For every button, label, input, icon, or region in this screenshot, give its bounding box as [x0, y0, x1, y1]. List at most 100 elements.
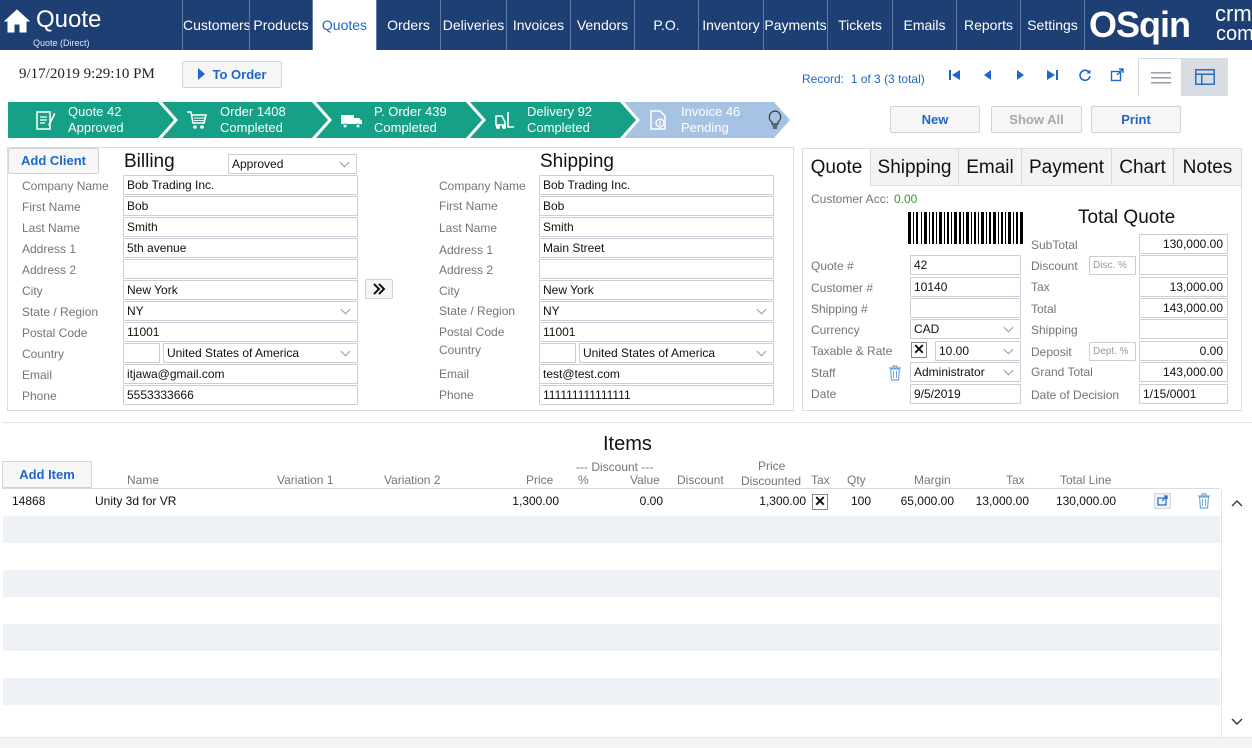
table-row[interactable] — [3, 489, 1220, 516]
billing-first-name-input[interactable]: Bob — [123, 196, 358, 216]
workflow-step-delivery[interactable]: Delivery 92 Completed — [469, 102, 619, 138]
trash-icon[interactable] — [888, 365, 902, 381]
scroll-down-icon[interactable] — [1231, 718, 1243, 726]
print-button[interactable]: Print — [1091, 106, 1181, 133]
nav-quotes[interactable]: Quotes — [312, 0, 376, 50]
home-icon[interactable] — [4, 8, 30, 34]
empty-row — [3, 516, 1220, 543]
workflow-step-invoice[interactable]: Invoice 46 Pending — [623, 102, 773, 138]
add-client-button[interactable]: Add Client — [8, 148, 99, 174]
deposit-percent-input[interactable]: Dept. % — [1089, 342, 1136, 361]
staff-select[interactable]: Administrator — [910, 362, 1021, 382]
item-tax-checkbox[interactable]: ✕ — [812, 494, 828, 510]
discount-percent-input[interactable]: Disc. % — [1089, 256, 1136, 275]
billing-city-input[interactable]: New York — [123, 280, 358, 300]
billing-last-name-input[interactable]: Smith — [123, 217, 358, 237]
billing-country-select[interactable]: United States of America — [163, 343, 358, 363]
tab-payment[interactable]: Payment — [1022, 149, 1112, 186]
tax-rate-select[interactable]: 10.00 — [935, 341, 1021, 361]
shipping-postal-input[interactable]: 11001 — [539, 322, 774, 342]
shipping-city-input[interactable]: New York — [539, 280, 774, 300]
billing-email-input[interactable]: itjawa@gmail.com — [123, 364, 358, 384]
currency-select[interactable]: CAD — [910, 319, 1021, 339]
form-view-tab[interactable] — [1182, 58, 1228, 96]
billing-postal-input[interactable]: 11001 — [123, 322, 358, 342]
workflow-step-quote[interactable]: Quote 42 Approved — [10, 102, 160, 138]
nav-tickets[interactable]: Tickets — [827, 0, 892, 50]
list-view-tab[interactable] — [1138, 58, 1182, 96]
nav-vendors[interactable]: Vendors — [570, 0, 634, 50]
deposit-field[interactable]: 0.00 — [1139, 341, 1228, 361]
billing-address1-input[interactable]: 5th avenue — [123, 238, 358, 258]
first-record-icon[interactable] — [948, 68, 962, 82]
nav-payments[interactable]: Payments — [763, 0, 827, 50]
item-qty-cell[interactable]: 100 — [840, 494, 871, 508]
billing-phone-input[interactable]: 5553333666 — [123, 385, 358, 405]
taxable-checkbox[interactable]: ✕ — [911, 342, 927, 358]
column-discount-group: --- Discount --- — [576, 460, 654, 474]
shipping-email-input[interactable]: test@test.com — [539, 364, 774, 384]
billing-label-postal: Postal Code — [22, 326, 88, 340]
workflow-step-order[interactable]: Order 1408 Completed — [162, 102, 312, 138]
nav-po[interactable]: P.O. — [634, 0, 698, 50]
nav-invoices[interactable]: Invoices — [506, 0, 570, 50]
scroll-up-icon[interactable] — [1231, 499, 1243, 507]
shipping-country-select[interactable]: United States of America — [579, 343, 774, 363]
customer-number-input[interactable]: 10140 — [910, 277, 1021, 297]
last-record-icon[interactable] — [1045, 68, 1059, 82]
billing-company-input[interactable]: Bob Trading Inc. — [123, 175, 358, 195]
tab-shipping[interactable]: Shipping — [871, 149, 959, 186]
refresh-icon[interactable] — [1078, 68, 1092, 82]
previous-record-icon[interactable] — [981, 68, 995, 82]
nav-inventory[interactable]: Inventory — [698, 0, 763, 50]
nav-products[interactable]: Products — [249, 0, 312, 50]
lightbulb-icon[interactable] — [767, 110, 783, 130]
show-all-button[interactable]: Show All — [991, 106, 1082, 133]
tab-email[interactable]: Email — [959, 149, 1022, 186]
to-order-button[interactable]: To Order — [182, 61, 282, 88]
shipping-phone-input[interactable]: 111111111111111 — [539, 385, 774, 405]
nav-customers[interactable]: Customers — [182, 0, 251, 50]
nav-settings[interactable]: Settings — [1020, 0, 1084, 50]
new-button[interactable]: New — [890, 106, 980, 133]
quote-date-input[interactable]: 9/5/2019 — [910, 384, 1021, 404]
billing-label-city: City — [22, 284, 43, 298]
discount-field[interactable] — [1139, 255, 1228, 275]
item-price-cell[interactable]: 1,300.00 — [500, 494, 559, 508]
delete-item-icon[interactable] — [1197, 493, 1211, 509]
billing-country-code-input[interactable] — [123, 343, 160, 363]
add-item-button[interactable]: Add Item — [2, 461, 92, 488]
next-record-icon[interactable] — [1013, 68, 1027, 82]
shipping-state-select[interactable]: NY — [539, 301, 774, 321]
tab-chart[interactable]: Chart — [1112, 149, 1174, 186]
quote-number-input[interactable]: 42 — [910, 255, 1021, 275]
shipping-first-name-input[interactable]: Bob — [539, 196, 774, 216]
nav-emails[interactable]: Emails — [892, 0, 956, 50]
column-name: Name — [127, 473, 160, 487]
billing-state-select[interactable]: NY — [123, 301, 358, 321]
tab-notes[interactable]: Notes — [1174, 149, 1241, 186]
shipping-cost-field[interactable] — [1139, 319, 1228, 339]
item-name-cell[interactable]: Unity 3d for VR — [95, 494, 176, 508]
shipping-last-name-input[interactable]: Smith — [539, 217, 774, 237]
date-of-decision-input[interactable]: 1/15/0001 — [1139, 384, 1228, 404]
billing-address2-input[interactable] — [123, 259, 358, 279]
open-item-icon[interactable] — [1154, 493, 1171, 509]
open-external-icon[interactable] — [1110, 68, 1124, 82]
shipping-address1-input[interactable]: Main Street — [539, 238, 774, 258]
item-discount-value-cell[interactable]: 0.00 — [613, 494, 663, 508]
billing-status-select[interactable]: Approved — [228, 154, 357, 174]
discount-label: Discount — [1031, 259, 1078, 273]
nav-orders[interactable]: Orders — [376, 0, 440, 50]
shipping-address2-input[interactable] — [539, 259, 774, 279]
nav-deliveries[interactable]: Deliveries — [440, 0, 506, 50]
copy-to-shipping-button[interactable] — [365, 279, 393, 299]
workflow-step-purchase-order[interactable]: P. Order 439 Completed — [316, 102, 466, 138]
shipping-number-input[interactable] — [910, 298, 1021, 318]
nav-reports[interactable]: Reports — [956, 0, 1020, 50]
tab-quote[interactable]: Quote — [803, 149, 871, 186]
shipping-country-code-input[interactable] — [539, 343, 576, 363]
items-scrollbar[interactable] — [1221, 489, 1250, 737]
logo-main-text: OSqin — [1089, 4, 1191, 45]
shipping-company-input[interactable]: Bob Trading Inc. — [539, 175, 774, 195]
